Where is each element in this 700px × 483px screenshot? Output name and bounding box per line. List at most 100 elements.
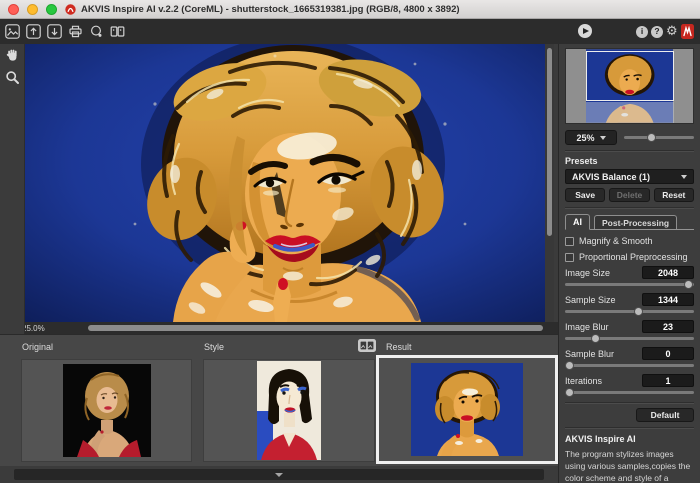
thumbnail-bar: Original Style Result [0,334,558,466]
result-artwork [25,44,545,322]
canvas-zoom-status: 25.0% [22,324,45,333]
divider [565,427,694,429]
close-button[interactable] [8,4,19,15]
slider-handle[interactable] [634,307,643,316]
param-value-box[interactable]: 23 [642,320,694,333]
default-button[interactable]: Default [636,408,694,422]
divider [565,402,694,404]
open-image-icon[interactable] [4,23,20,39]
style-label: Style [204,342,224,352]
info-icon[interactable]: i [636,26,648,38]
checkbox[interactable] [565,237,574,246]
slider-track [565,337,694,340]
navigator-viewport-frame[interactable] [586,51,674,101]
share-icon[interactable] [88,23,104,39]
bottom-collapse-bar [0,466,558,483]
tool-strip [0,44,25,334]
slider-handle[interactable] [647,133,656,142]
collapse-handle[interactable] [14,469,544,480]
toolbar: i ? ⚙ [0,19,700,44]
maximize-button[interactable] [46,4,57,15]
zoom-value: 25% [576,133,594,143]
print-icon[interactable] [67,23,83,39]
checkbox[interactable] [565,253,574,262]
titlebar: AKVIS Inspire AI v.2.2 (CoreML) - shutte… [0,0,700,19]
slider-track [565,310,694,313]
result-label: Result [386,342,412,352]
param-label: Image Blur [565,322,609,332]
zoom-tool-icon[interactable] [0,66,25,88]
param-label: Sample Size [565,295,616,305]
split-view-icon[interactable] [109,23,125,39]
slider-handle[interactable] [684,280,693,289]
window-title: AKVIS Inspire AI v.2.2 (CoreML) - shutte… [81,4,460,15]
param-value-box[interactable]: 2048 [642,266,694,279]
preferences-icon[interactable]: ⚙ [666,26,678,38]
param-label: Sample Blur [565,349,614,359]
app-icon [65,4,76,15]
checkbox-label: Proportional Preprocessing [579,252,688,262]
slider-handle[interactable] [565,361,574,370]
horizontal-scrollbar-thumb[interactable] [88,325,543,331]
delete-button: Delete [609,188,649,202]
slider-handle[interactable] [565,388,574,397]
tab-post-processing[interactable]: Post-Processing [594,215,677,229]
navigator-padding-left [566,49,586,123]
param-slider[interactable] [565,388,694,397]
minimize-button[interactable] [27,4,38,15]
info-title: AKVIS Inspire AI [565,434,694,444]
save-icon[interactable] [46,23,62,39]
settings-tabs: AI Post-Processing [565,214,694,230]
chevron-down-icon [681,175,687,179]
original-label: Original [22,342,53,352]
image-canvas[interactable] [25,44,545,322]
param-slider[interactable] [565,334,694,343]
slider-track [565,283,694,286]
navigator-preview[interactable] [565,48,694,124]
chevron-down-icon [600,136,606,140]
param-slider[interactable] [565,280,694,289]
param-sample-blur: Sample Blur 0 [565,347,694,370]
param-value-box[interactable]: 1 [642,374,694,387]
help-icon[interactable]: ? [651,26,663,38]
param-image-blur: Image Blur 23 [565,320,694,343]
vertical-scrollbar-thumb[interactable] [547,48,552,236]
chevron-down-icon [275,473,283,477]
canvas-status-row: 25.0% [0,322,558,334]
option-magnify-smooth[interactable]: Magnify & Smooth [565,236,694,246]
preset-selected-value: AKVIS Balance (1) [572,172,650,182]
original-thumbnail[interactable] [21,359,192,462]
vertical-scrollbar[interactable] [545,44,554,322]
settings-panel: Navigator 25% Pre [558,19,700,483]
param-value-box[interactable]: 1344 [642,293,694,306]
reset-button[interactable]: Reset [654,188,694,202]
presets-label: Presets [565,156,694,166]
hand-tool-icon[interactable] [0,44,25,66]
result-thumbnail[interactable] [376,355,558,464]
style-gallery-icon[interactable] [358,339,376,352]
navigator-dim-overlay [586,102,674,123]
style-thumbnail[interactable] [203,359,375,462]
import-icon[interactable] [25,23,41,39]
run-button[interactable] [578,24,592,38]
save-button[interactable]: Save [565,188,605,202]
traffic-lights [8,4,57,15]
info-description: The program stylizes images using variou… [565,449,694,483]
navigator-padding-right [673,49,693,123]
divider [565,150,694,152]
param-sample-size: Sample Size 1344 [565,293,694,316]
param-label: Iterations [565,376,602,386]
option-proportional-preprocessing[interactable]: Proportional Preprocessing [565,252,694,262]
checkbox-label: Magnify & Smooth [579,236,653,246]
zoom-select[interactable]: 25% [565,130,617,145]
tab-ai[interactable]: AI [565,214,590,230]
param-slider[interactable] [565,361,694,370]
zoom-slider[interactable] [624,133,694,142]
divider [565,207,694,209]
param-value-box[interactable]: 0 [642,347,694,360]
akvis-logo[interactable] [681,24,694,39]
param-image-size: Image Size 2048 [565,266,694,289]
param-slider[interactable] [565,307,694,316]
preset-select[interactable]: AKVIS Balance (1) [565,169,694,184]
slider-handle[interactable] [591,334,600,343]
